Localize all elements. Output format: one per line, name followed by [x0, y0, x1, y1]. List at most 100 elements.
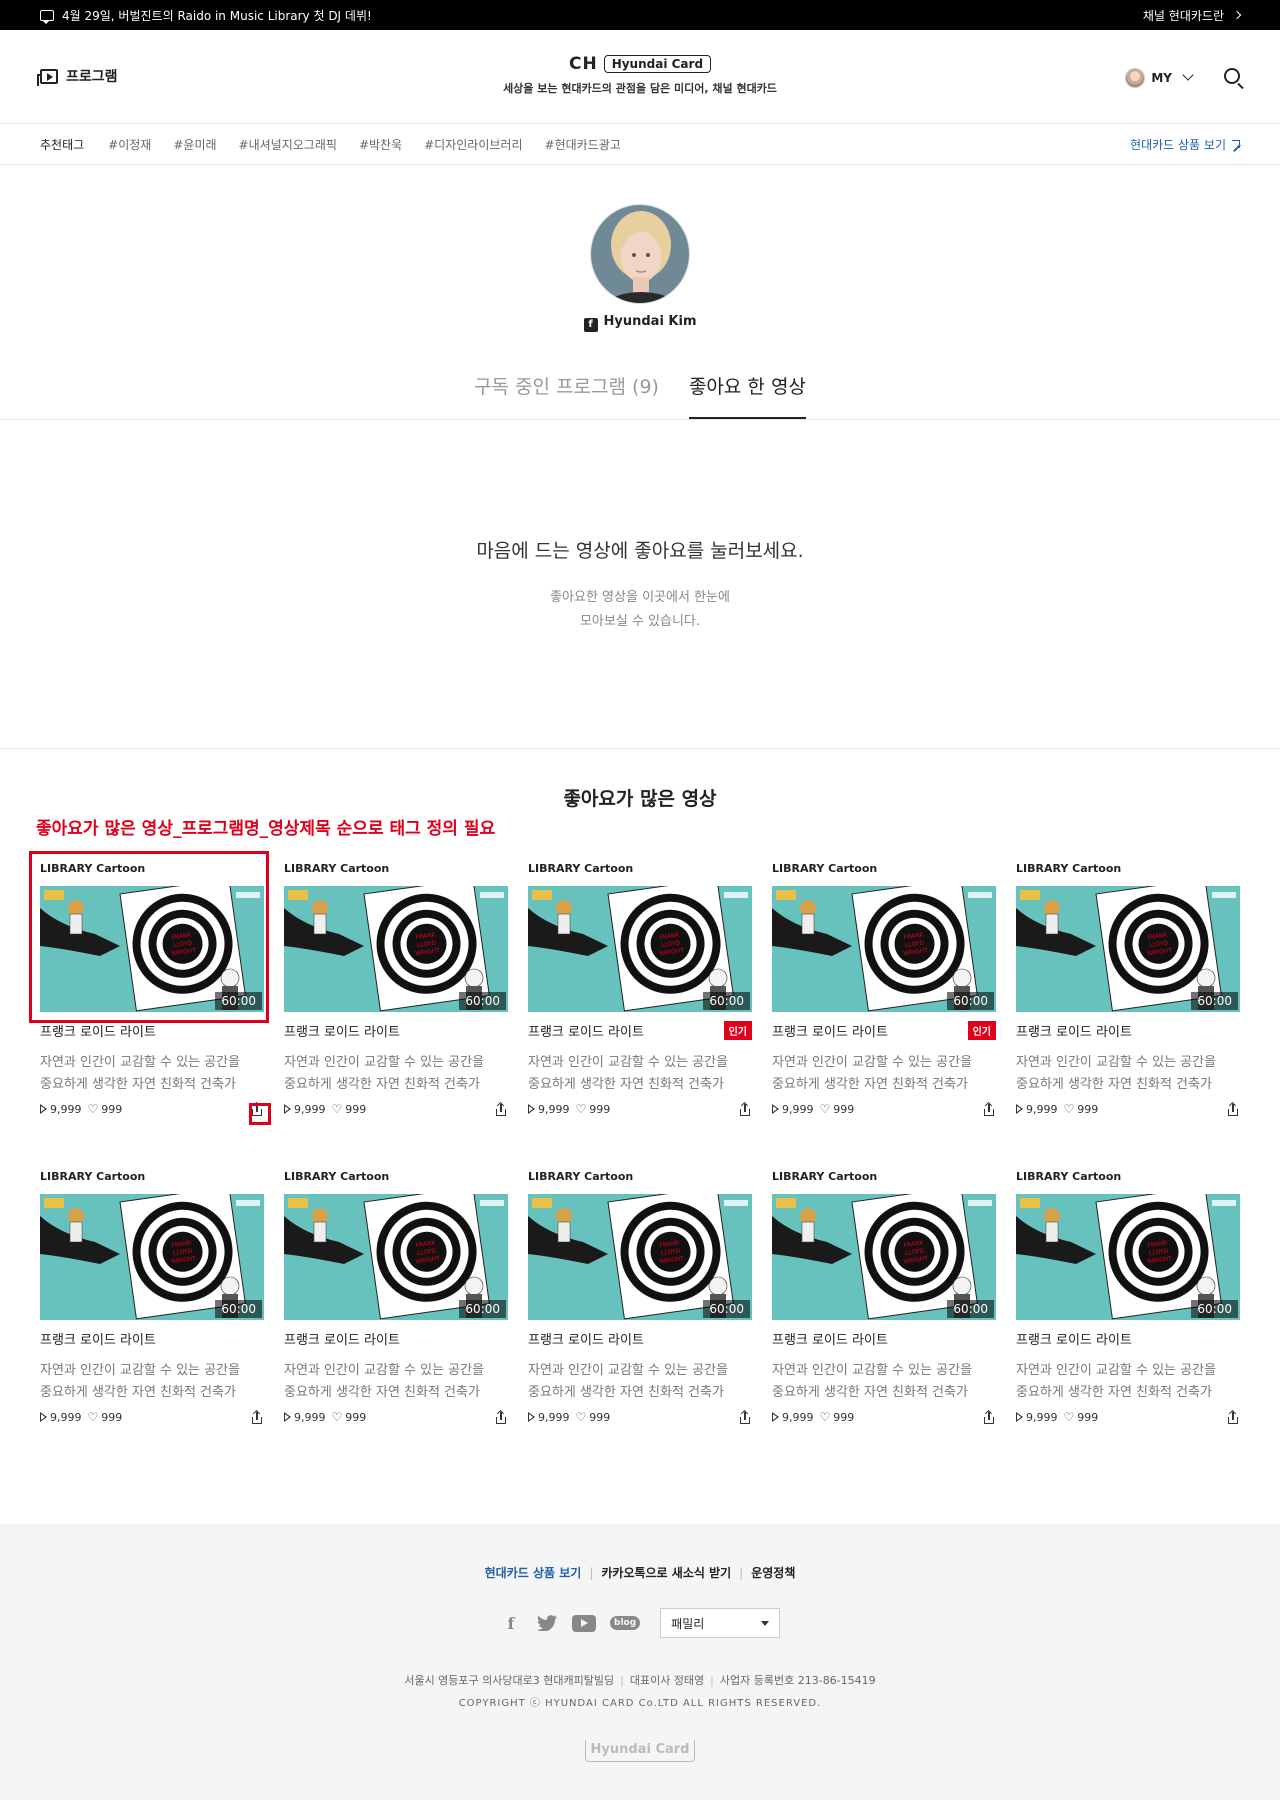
video-desc-line: 자연과 인간이 교감할 수 있는 공간을: [284, 1055, 485, 1070]
tab-liked-videos[interactable]: 좋아요 한 영상: [688, 362, 806, 419]
heart-icon[interactable]: ♡: [576, 1102, 587, 1116]
tag-link[interactable]: #디자인라이브러리: [424, 136, 522, 153]
video-desc-line: 중요하게 생각한 자연 친화적 건축가: [772, 1385, 968, 1400]
program-category[interactable]: LIBRARY Cartoon: [1016, 1160, 1240, 1184]
program-category[interactable]: LIBRARY Cartoon: [528, 1160, 752, 1184]
heart-icon[interactable]: ♡: [1064, 1410, 1075, 1424]
video-title[interactable]: 프랭크 로이드 라이트: [772, 1329, 888, 1348]
video-title[interactable]: 프랭크 로이드 라이트: [528, 1329, 644, 1348]
tag-link[interactable]: #이정재: [108, 136, 151, 153]
footer-kakao-link[interactable]: 카카오톡으로 새소식 받기: [601, 1566, 731, 1580]
product-link[interactable]: 현대카드 상품 보기: [1130, 136, 1240, 153]
program-category[interactable]: LIBRARY Cartoon: [40, 1160, 264, 1184]
annotation-note: 좋아요가 많은 영상_프로그램명_영상제목 순으로 태그 정의 필요: [36, 819, 496, 839]
tag-link[interactable]: #박찬욱: [359, 136, 402, 153]
video-title[interactable]: 프랭크 로이드 라이트: [40, 1329, 156, 1348]
video-title[interactable]: 프랭크 로이드 라이트: [1016, 1329, 1132, 1348]
view-count: 9,999: [294, 1410, 326, 1424]
share-icon[interactable]: [738, 1409, 752, 1424]
program-category[interactable]: LIBRARY Cartoon: [1016, 852, 1240, 876]
video-title[interactable]: 프랭크 로이드 라이트: [284, 1329, 400, 1348]
view-count: 9,999: [538, 1102, 570, 1116]
program-category[interactable]: LIBRARY Cartoon: [284, 1160, 508, 1184]
video-card[interactable]: LIBRARY Cartoon FRANK LLOYD WRIGHT 60:00…: [528, 852, 752, 1140]
search-icon[interactable]: [1224, 68, 1240, 84]
video-thumbnail[interactable]: FRANK LLOYD WRIGHT 60:00: [528, 1194, 752, 1320]
tabs: 구독 중인 프로그램 (9) 좋아요 한 영상: [0, 362, 1280, 420]
video-desc-line: 중요하게 생각한 자연 친화적 건축가: [40, 1077, 236, 1092]
video-title[interactable]: 프랭크 로이드 라이트: [528, 1021, 644, 1040]
heart-icon[interactable]: ♡: [332, 1102, 343, 1116]
heart-icon[interactable]: ♡: [88, 1410, 99, 1424]
video-thumbnail[interactable]: FRANK LLOYD WRIGHT 60:00: [772, 1194, 996, 1320]
youtube-icon[interactable]: [572, 1614, 596, 1632]
heart-icon[interactable]: ♡: [88, 1102, 99, 1116]
video-thumbnail[interactable]: FRANK LLOYD WRIGHT 60:00: [528, 886, 752, 1012]
blog-icon[interactable]: blog: [610, 1616, 641, 1630]
video-desc: 자연과 인간이 교감할 수 있는 공간을 중요하게 생각한 자연 친화적 건축가: [284, 1052, 508, 1096]
logo-link[interactable]: CH Hyundai Card: [569, 54, 712, 74]
video-card[interactable]: LIBRARY Cartoon FRANK LLOYD WRIGHT 60:00…: [772, 1160, 996, 1448]
heart-icon[interactable]: ♡: [820, 1102, 831, 1116]
heart-icon[interactable]: ♡: [820, 1410, 831, 1424]
video-thumbnail[interactable]: FRANK LLOYD WRIGHT 60:00: [284, 1194, 508, 1320]
company-info: 서울시 영등포구 의사당대로3 현대캐피탈빌딩 | 대표이사 정태영 | 사업자 등록번…: [404, 1674, 876, 1687]
video-card[interactable]: LIBRARY Cartoon FRANK LLOYD WRIGHT 60:00…: [40, 1160, 264, 1448]
heart-icon[interactable]: ♡: [1064, 1102, 1075, 1116]
video-thumbnail[interactable]: FRANK LLOYD WRIGHT 60:00: [1016, 1194, 1240, 1320]
notice-left[interactable]: 4월 29일, 버벌진트의 Raido in Music Library 첫 D…: [40, 7, 372, 24]
video-thumbnail[interactable]: FRANK LLOYD WRIGHT 60:00: [1016, 886, 1240, 1012]
tag-link[interactable]: #윤미래: [173, 136, 216, 153]
video-thumbnail[interactable]: FRANK LLOYD WRIGHT 60:00: [40, 1194, 264, 1320]
address: 서울시 영등포구 의사당대로3 현대캐피탈빌딩: [404, 1674, 615, 1687]
play-icon: [40, 1412, 47, 1422]
heart-icon[interactable]: ♡: [332, 1410, 343, 1424]
video-card[interactable]: LIBRARY Cartoon FRANK LLOYD WRIGHT 60:00…: [1016, 1160, 1240, 1448]
heart-icon[interactable]: ♡: [576, 1410, 587, 1424]
share-icon[interactable]: [250, 1409, 264, 1424]
share-icon[interactable]: [1226, 1409, 1240, 1424]
video-card[interactable]: LIBRARY Cartoon FRANK LLOYD WRIGHT 60:00…: [1016, 852, 1240, 1140]
program-category[interactable]: LIBRARY Cartoon: [772, 1160, 996, 1184]
copyright: COPYRIGHT ⓒ HYUNDAI CARD Co.LTD ALL RIGH…: [458, 1698, 822, 1709]
play-icon: [772, 1412, 779, 1422]
twitter-icon[interactable]: [536, 1612, 558, 1634]
view-count: 9,999: [1026, 1410, 1058, 1424]
video-title[interactable]: 프랭크 로이드 라이트: [772, 1021, 888, 1040]
channel-about-link[interactable]: 채널 현대카드란: [1143, 7, 1242, 24]
share-icon[interactable]: [982, 1101, 996, 1116]
share-icon[interactable]: [494, 1409, 508, 1424]
video-card[interactable]: LIBRARY Cartoon FRANK LLOYD WRIGHT 60:00…: [284, 1160, 508, 1448]
video-thumbnail[interactable]: FRANK LLOYD WRIGHT 60:00: [772, 886, 996, 1012]
program-category[interactable]: LIBRARY Cartoon: [284, 852, 508, 876]
video-card[interactable]: LIBRARY Cartoon FRANK LLOYD WRIGHT 60:00…: [284, 852, 508, 1140]
video-title[interactable]: 프랭크 로이드 라이트: [284, 1021, 400, 1040]
video-meta: 9,999 ♡ 999: [772, 1101, 996, 1116]
recommended-tags-bar: 추천태그 #이정재 #윤미래 #내셔널지오그래픽 #박찬욱 #디자인라이브러리 …: [0, 124, 1280, 165]
share-icon[interactable]: [494, 1101, 508, 1116]
video-card[interactable]: LIBRARY Cartoon FRANK LLOYD WRIGHT 60:00…: [772, 852, 996, 1140]
video-title[interactable]: 프랭크 로이드 라이트: [40, 1021, 156, 1040]
share-icon[interactable]: [982, 1409, 996, 1424]
tab-subscribed-programs[interactable]: 구독 중인 프로그램 (9): [474, 362, 659, 419]
footer-product-link[interactable]: 현대카드 상품 보기: [485, 1566, 582, 1580]
video-desc-line: 중요하게 생각한 자연 친화적 건축가: [1016, 1385, 1212, 1400]
my-menu-button[interactable]: MY: [1125, 68, 1200, 88]
video-thumbnail[interactable]: FRANK LLOYD WRIGHT 60:00: [284, 886, 508, 1012]
tag-link[interactable]: #현대카드광고: [545, 136, 621, 153]
share-icon[interactable]: [1226, 1101, 1240, 1116]
program-category[interactable]: LIBRARY Cartoon: [772, 852, 996, 876]
family-site-select[interactable]: 패밀리: [660, 1608, 781, 1638]
video-card[interactable]: LIBRARY Cartoon FRANK LLOYD WRIGHT 60:00…: [528, 1160, 752, 1448]
video-desc-line: 중요하게 생각한 자연 친화적 건축가: [772, 1077, 968, 1092]
tag-link[interactable]: #내셔널지오그래픽: [239, 136, 337, 153]
footer-policy-link[interactable]: 운영정책: [751, 1566, 795, 1580]
program-category[interactable]: LIBRARY Cartoon: [528, 852, 752, 876]
notice-text[interactable]: 4월 29일, 버벌진트의 Raido in Music Library 첫 D…: [62, 7, 372, 24]
video-title[interactable]: 프랭크 로이드 라이트: [1016, 1021, 1132, 1040]
play-icon: [528, 1104, 535, 1114]
facebook-icon[interactable]: f: [500, 1612, 522, 1634]
video-duration: 60:00: [703, 992, 750, 1010]
notice-bar: 4월 29일, 버벌진트의 Raido in Music Library 첫 D…: [0, 0, 1280, 30]
share-icon[interactable]: [738, 1101, 752, 1116]
